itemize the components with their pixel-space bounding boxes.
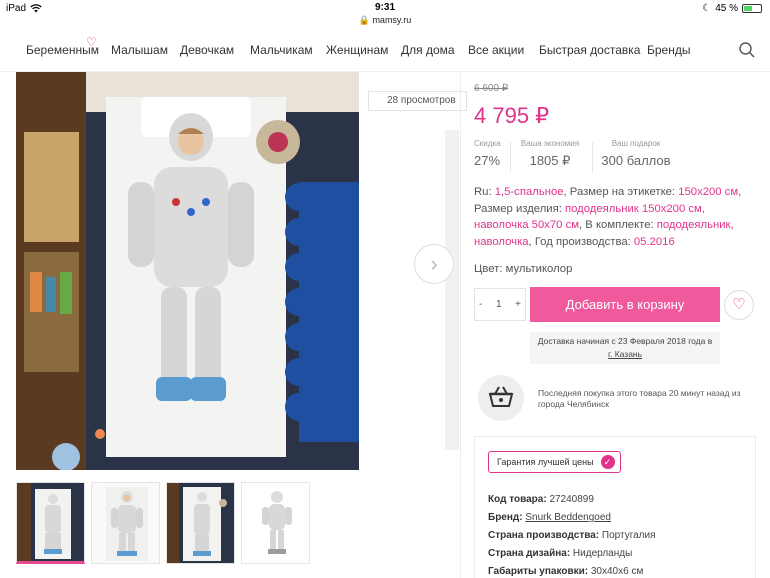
check-icon: ✓ — [600, 455, 615, 469]
next-image-button[interactable]: › — [414, 244, 454, 284]
qty-plus-button[interactable]: + — [515, 299, 521, 310]
quantity-stepper: - 1 + — [474, 288, 526, 321]
label-size-value: 150x200 см — [678, 186, 739, 198]
spec-package-size: Габариты упаковки: 30x40x6 см — [488, 566, 643, 577]
url-text: mamsy.ru — [372, 15, 412, 25]
column-divider — [460, 72, 461, 578]
stat-gift-label: Ваш подарок — [611, 139, 661, 148]
battery-icon — [742, 4, 762, 13]
views-counter: 28 просмотров — [368, 91, 467, 111]
spec-value: Нидерланды — [572, 548, 633, 559]
battery-percent: 45 % — [715, 3, 738, 14]
spec-country-design: Страна дизайна: Нидерланды — [488, 548, 632, 559]
nav-item-fast-delivery[interactable]: Быстрая доставка — [539, 43, 640, 57]
astronaut-bedding-photo — [16, 72, 359, 470]
favorite-button[interactable]: ♡ — [724, 290, 754, 320]
basket-icon — [478, 375, 524, 421]
search-icon[interactable] — [738, 41, 756, 59]
nav-item-babies[interactable]: Малышам — [111, 43, 168, 57]
spec-label: Бренд: — [488, 512, 526, 523]
nav-item-girls[interactable]: Девочкам — [180, 43, 234, 57]
nav-item-boys[interactable]: Мальчикам — [250, 43, 313, 57]
year-value: 05.2016 — [633, 235, 675, 248]
product-description: Ru: 1,5-спальное, Размер на этикетке: 15… — [474, 184, 754, 250]
nav-item-brands[interactable]: Бренды — [647, 43, 690, 57]
delivery-city-link[interactable]: г. Казань — [530, 348, 720, 361]
heart-icon: ♡ — [86, 35, 97, 49]
current-price: 4 795 ₽ — [474, 103, 550, 128]
color-info: Цвет: мультиколор — [474, 263, 573, 275]
main-nav: Беременным ♡ Малышам Девочкам Мальчикам … — [0, 30, 770, 72]
stat-discount: Скидка 27% — [474, 139, 501, 168]
status-right: ☾ 45 % — [702, 3, 762, 14]
chevron-right-icon: › — [430, 251, 438, 276]
last-purchase-text: Последняя покупка этого товара 20 минут … — [538, 388, 741, 409]
lock-icon: 🔒 — [358, 15, 370, 25]
thumbnail-2[interactable] — [91, 482, 160, 564]
nav-item-sales[interactable]: Все акции — [468, 43, 524, 57]
spec-value: 27240899 — [549, 494, 594, 505]
stat-divider — [510, 142, 511, 172]
heart-icon: ♡ — [732, 296, 746, 313]
stat-discount-label: Скидка — [474, 139, 501, 148]
clock: 9:31 — [374, 2, 395, 13]
year-label: , Год производства: — [528, 235, 634, 248]
add-to-cart-button[interactable]: Добавить в корзину — [530, 287, 720, 322]
delivery-info: Доставка начиная с 23 Февраля 2018 года … — [530, 332, 720, 364]
ru-label: Ru: — [474, 186, 495, 198]
stat-savings: Ваша экономия 1805 ₽ — [518, 139, 582, 169]
old-price: 6 600 ₽ — [474, 83, 509, 94]
spec-label: Код товара: — [488, 494, 550, 505]
thumbnail-strip — [16, 482, 310, 564]
brand-link[interactable]: Snurk Beddengoed — [525, 512, 611, 523]
qty-value[interactable]: 1 — [496, 299, 502, 310]
qty-minus-button[interactable]: - — [479, 299, 482, 310]
stat-divider — [592, 142, 593, 172]
spec-label: Габариты упаковки: — [488, 566, 591, 577]
next-image-peek — [445, 130, 459, 450]
ru-value: 1,5-спальное — [494, 186, 564, 198]
product-main-image[interactable] — [16, 72, 359, 470]
spec-value: Португалия — [601, 530, 656, 541]
delivery-text: Доставка начиная с 23 Февраля 2018 года … — [537, 336, 713, 346]
stat-gift: Ваш подарок 300 баллов — [600, 139, 672, 168]
stat-discount-value: 27% — [474, 153, 501, 168]
moon-icon: ☾ — [702, 3, 712, 14]
stat-gift-value: 300 баллов — [601, 153, 671, 168]
spec-label: Страна производства: — [488, 530, 602, 541]
guarantee-label: Гарантия лучшей цены — [497, 457, 594, 467]
status-bar: iPad 9:31 🔒 mamsy.ru ☾ 45 % — [0, 0, 770, 28]
spec-item-code: Код товара: 27240899 — [488, 494, 594, 505]
nav-item-home[interactable]: Для дома — [401, 43, 455, 57]
thumbnail-4[interactable] — [241, 482, 310, 564]
label-size-label: , Размер на этикетке: — [563, 186, 679, 198]
stat-savings-label: Ваша экономия — [520, 139, 580, 148]
spec-country-made: Страна производства: Португалия — [488, 530, 656, 541]
spec-label: Страна дизайна: — [488, 548, 573, 559]
address-bar[interactable]: 🔒 mamsy.ru — [0, 15, 770, 26]
spec-brand: Бренд: Snurk Beddengoed — [488, 512, 611, 523]
nav-item-women[interactable]: Женщинам — [326, 43, 388, 57]
best-price-guarantee[interactable]: Гарантия лучшей цены ✓ — [488, 451, 621, 473]
thumbnail-1[interactable] — [16, 482, 85, 564]
thumbnail-3[interactable] — [166, 482, 235, 564]
set-label: , В комплекте: — [579, 219, 657, 231]
stat-savings-value: 1805 ₽ — [529, 153, 571, 168]
spec-value: 30x40x6 см — [590, 566, 644, 577]
